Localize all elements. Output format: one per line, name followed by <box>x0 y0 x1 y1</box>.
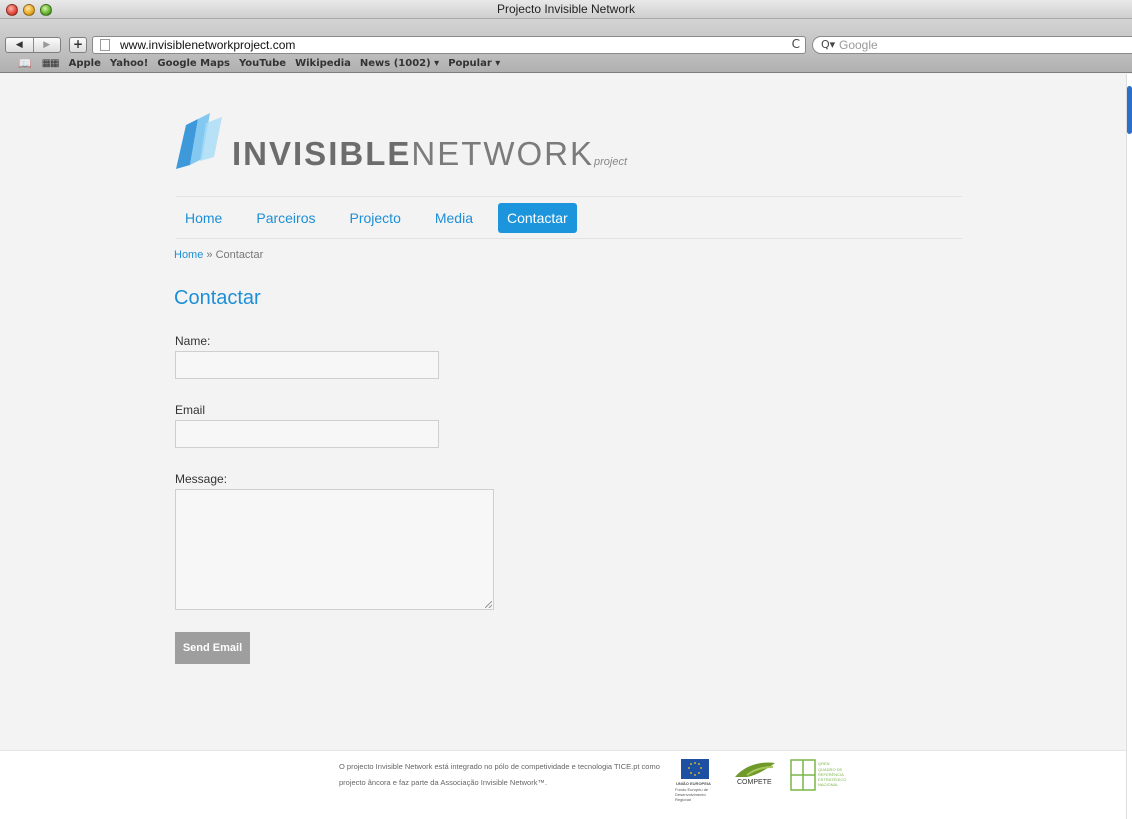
email-label: Email <box>175 403 206 417</box>
nav-parceiros[interactable]: Parceiros <box>247 203 324 233</box>
title-bar: Projecto Invisible Network <box>0 0 1132 19</box>
search-icon: Q▾ <box>821 38 836 51</box>
search-field[interactable]: Q▾ Google <box>812 36 1132 54</box>
bookmark-google-maps[interactable]: Google Maps <box>157 58 230 69</box>
nav-contactar[interactable]: Contactar <box>498 202 577 233</box>
web-page: INVISIBLENETWORKproject Home Parceiros P… <box>0 74 1126 819</box>
qren-sub: QUADRO DE REFERÊNCIA ESTRATÉGICO NACIONA… <box>818 767 847 787</box>
eu-flag-icon <box>681 759 709 779</box>
bookmarks-bar: 📖 ▦▦ Apple Yahoo! Google Maps YouTube Wi… <box>0 55 1132 73</box>
page-title: Contactar <box>174 287 261 309</box>
qren-logo: QREN QUADRO DE REFERÊNCIA ESTRATÉGICO NA… <box>790 759 850 795</box>
add-bookmark-button[interactable]: + <box>69 37 87 53</box>
history-buttons: ◀ ▶ <box>5 37 61 53</box>
logo-sub: project <box>594 156 628 168</box>
forward-button[interactable]: ▶ <box>32 38 61 52</box>
nav-media[interactable]: Media <box>426 203 482 233</box>
browser-toolbar: ◀ ▶ + www.invisiblenetworkproject.com C … <box>0 19 1132 55</box>
logo-bold: INVISIBLE <box>232 135 412 172</box>
book-icon[interactable]: 📖 <box>18 57 32 70</box>
main-navigation: Home Parceiros Projecto Media Contactar <box>176 196 962 239</box>
compete-logo: COMPETE <box>727 759 783 795</box>
address-bar[interactable]: www.invisiblenetworkproject.com C <box>92 36 806 54</box>
search-placeholder: Google <box>839 38 878 52</box>
nav-home[interactable]: Home <box>176 203 231 233</box>
vertical-scrollbar[interactable] <box>1126 74 1132 819</box>
logo-mark-icon <box>176 113 222 169</box>
bookmark-youtube[interactable]: YouTube <box>239 58 286 69</box>
email-field[interactable] <box>175 420 439 448</box>
eu-sub: Fundo Europeu de Desenvolvimento Regiona… <box>675 787 709 802</box>
logo-wordmark: INVISIBLENETWORKproject <box>232 135 627 173</box>
breadcrumb-home-link[interactable]: Home <box>174 249 203 261</box>
bookmark-apple[interactable]: Apple <box>69 58 101 69</box>
compete-label: COMPETE <box>737 779 772 786</box>
message-textarea[interactable] <box>175 489 494 610</box>
page-icon <box>100 39 110 51</box>
compete-leaf-icon <box>735 762 775 777</box>
breadcrumb-separator: » <box>203 249 216 261</box>
eu-logo: UNIÃO EUROPEIA Fundo Europeu de Desenvol… <box>673 759 717 802</box>
bookmark-yahoo[interactable]: Yahoo! <box>110 58 149 69</box>
message-label: Message: <box>175 472 228 486</box>
send-email-button[interactable]: Send Email <box>175 632 250 664</box>
bookmark-popular[interactable]: Popular ▾ <box>448 58 500 69</box>
address-text: www.invisiblenetworkproject.com <box>120 38 296 52</box>
scrollbar-thumb[interactable] <box>1127 86 1132 134</box>
logo-light: NETWORK <box>411 135 595 172</box>
top-sites-grid-icon[interactable]: ▦▦ <box>42 58 60 69</box>
bookmark-wikipedia[interactable]: Wikipedia <box>295 58 351 69</box>
site-logo[interactable]: INVISIBLENETWORKproject <box>176 113 627 172</box>
resize-handle-icon[interactable] <box>485 601 492 608</box>
back-button[interactable]: ◀ <box>6 38 33 52</box>
browser-window: Projecto Invisible Network ◀ ▶ + www.inv… <box>0 0 1132 819</box>
nav-projecto[interactable]: Projecto <box>341 203 410 233</box>
window-title: Projecto Invisible Network <box>496 2 636 16</box>
reload-icon[interactable]: C <box>792 37 800 51</box>
name-label: Name: <box>175 334 211 348</box>
footer-text: O projecto Invisible Network está integr… <box>339 762 660 787</box>
bookmark-news[interactable]: News (1002) ▾ <box>360 58 439 69</box>
qren-mark-icon <box>790 759 816 791</box>
name-field[interactable] <box>175 351 439 379</box>
eu-label: UNIÃO EUROPEIA <box>676 781 711 786</box>
breadcrumb-current: Contactar <box>215 249 264 261</box>
qren-label: QREN <box>818 761 830 766</box>
breadcrumb: Home » Contactar <box>174 249 263 261</box>
page-footer: O projecto Invisible Network está integr… <box>0 750 1126 819</box>
